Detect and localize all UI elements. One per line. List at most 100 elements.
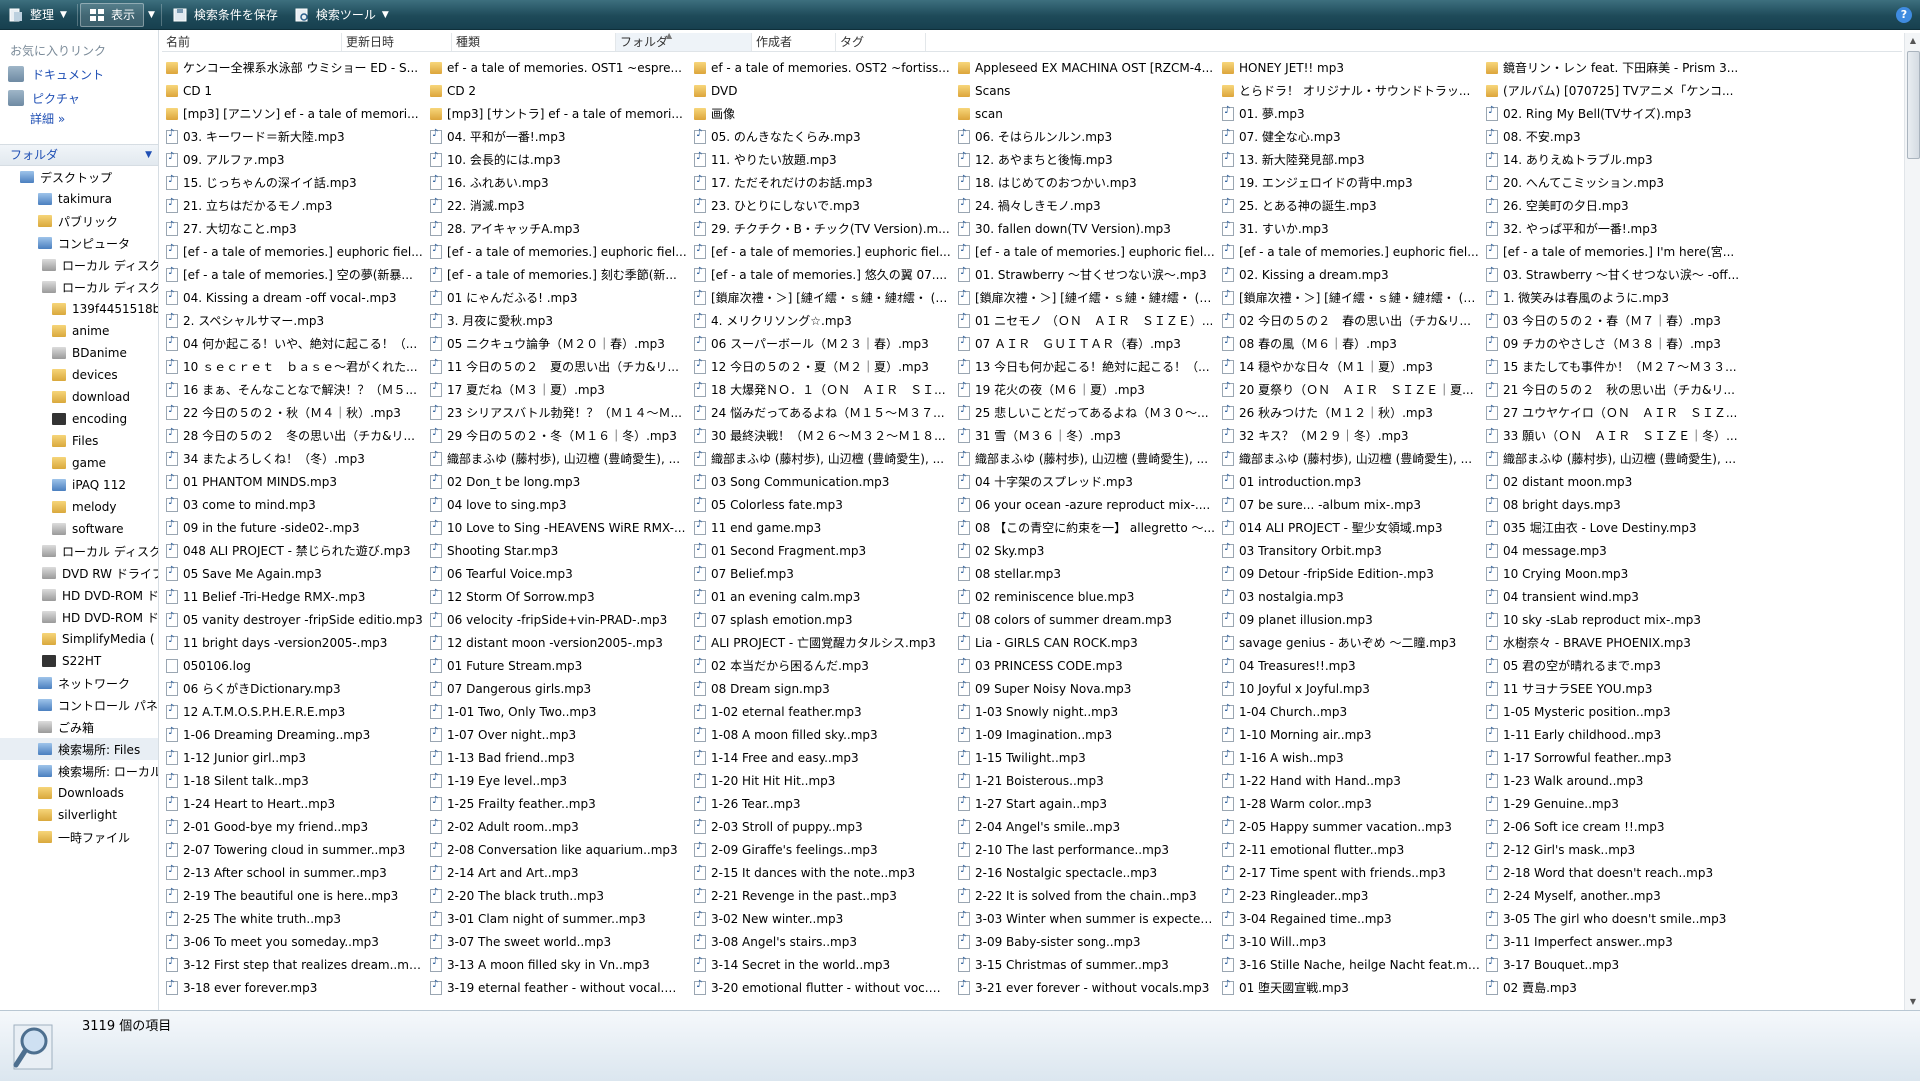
- folder-tree-item[interactable]: takimura: [0, 188, 158, 210]
- file-item[interactable]: 1-16 A wish..mp3: [1222, 746, 1486, 769]
- file-item[interactable]: 1-24 Heart to Heart..mp3: [166, 792, 430, 815]
- file-item[interactable]: Shooting Star.mp3: [430, 539, 694, 562]
- file-item[interactable]: 20. へんてこミッション.mp3: [1486, 171, 1750, 194]
- file-item[interactable]: 06 velocity -fripSide+vin-PRAD-.mp3: [430, 608, 694, 631]
- file-item[interactable]: ef - a tale of memories. OST2 ~fortiss..…: [694, 56, 958, 79]
- file-item[interactable]: 08 Dream sign.mp3: [694, 677, 958, 700]
- file-item[interactable]: 04 Treasures!!.mp3: [1222, 654, 1486, 677]
- file-item[interactable]: 3-12 First step that realizes dream..mp3: [166, 953, 430, 976]
- file-item[interactable]: [鎖扉次禮・＞] [縺イ繧・ｓ縺・縺ｵ繧・ (2...: [1222, 286, 1486, 309]
- file-item[interactable]: 1-17 Sorrowful feather..mp3: [1486, 746, 1750, 769]
- file-item[interactable]: 19 花火の夜（Ｍ６｜夏）.mp3: [958, 378, 1222, 401]
- file-item[interactable]: 05 vanity destroyer -fripSide editio.mp3: [166, 608, 430, 631]
- file-item[interactable]: 03 今日の５の２・春（Ｍ７｜春）.mp3: [1486, 309, 1750, 332]
- file-item[interactable]: 織部まふゆ (藤村歩), 山辺檀 (豊崎愛生), ...: [958, 447, 1222, 470]
- file-item[interactable]: 3-11 Imperfect answer..mp3: [1486, 930, 1750, 953]
- file-item[interactable]: ケンコー全裸系水泳部 ウミショー ED - S...: [166, 56, 430, 79]
- file-item[interactable]: 07 Dangerous girls.mp3: [430, 677, 694, 700]
- folder-tree-item[interactable]: encoding: [0, 408, 158, 430]
- file-item[interactable]: 08 stellar.mp3: [958, 562, 1222, 585]
- file-item[interactable]: 31. すいか.mp3: [1222, 217, 1486, 240]
- file-item[interactable]: 12 Storm Of Sorrow.mp3: [430, 585, 694, 608]
- file-item[interactable]: 10 sky -sLab reproduct mix-.mp3: [1486, 608, 1750, 631]
- file-item[interactable]: savage genius - あいぞめ ～二瞳.mp3: [1222, 631, 1486, 654]
- file-item[interactable]: HONEY JET!! mp3: [1222, 56, 1486, 79]
- file-item[interactable]: 02 本当だから困るんだ.mp3: [694, 654, 958, 677]
- file-item[interactable]: 09 Super Noisy Nova.mp3: [958, 677, 1222, 700]
- file-item[interactable]: 01 ニセモノ （ＯＮ ＡＩＲ ＳＩＺＥ）...: [958, 309, 1222, 332]
- file-item[interactable]: CD 2: [430, 79, 694, 102]
- file-item[interactable]: 2. スペシャルサマー.mp3: [166, 309, 430, 332]
- file-item[interactable]: 画像: [694, 102, 958, 125]
- folder-tree-item[interactable]: HD DVD-ROM ドライブ: [0, 584, 158, 606]
- file-item[interactable]: 鏡音リン・レン feat. 下田麻美 - Prism 3...: [1486, 56, 1750, 79]
- file-item[interactable]: 水樹奈々 - BRAVE PHOENIX.mp3: [1486, 631, 1750, 654]
- file-item[interactable]: 2-20 The black truth..mp3: [430, 884, 694, 907]
- file-item[interactable]: 17 夏だね（Ｍ３｜夏）.mp3: [430, 378, 694, 401]
- file-item[interactable]: 11 サヨナラSEE YOU.mp3: [1486, 677, 1750, 700]
- file-item[interactable]: 32 キス？（Ｍ２９｜冬）.mp3: [1222, 424, 1486, 447]
- file-item[interactable]: 29. チクチク・B・チック(TV Version).m...: [694, 217, 958, 240]
- file-item[interactable]: 2-16 Nostalgic spectacle..mp3: [958, 861, 1222, 884]
- file-item[interactable]: 2-09 Giraffe's feelings..mp3: [694, 838, 958, 861]
- file-item[interactable]: 18. はじめてのおつかい.mp3: [958, 171, 1222, 194]
- file-item[interactable]: 1-26 Tear..mp3: [694, 792, 958, 815]
- file-item[interactable]: 014 ALI PROJECT - 聖少女領域.mp3: [1222, 516, 1486, 539]
- file-item[interactable]: 10 ｓｅｃｒｅｔ ｂａｓｅ～君がくれた...: [166, 355, 430, 378]
- file-item[interactable]: 27. 大切なこと.mp3: [166, 217, 430, 240]
- file-item[interactable]: 01 堕天國宣戦.mp3: [1222, 976, 1486, 999]
- file-item[interactable]: 02 Sky.mp3: [958, 539, 1222, 562]
- file-item[interactable]: 06 your ocean -azure reproduct mix-....: [958, 493, 1222, 516]
- file-item[interactable]: 1-07 Over night..mp3: [430, 723, 694, 746]
- file-item[interactable]: 3-14 Secret in the world..mp3: [694, 953, 958, 976]
- file-item[interactable]: 3-20 emotional flutter - without voc.mp3: [694, 976, 958, 999]
- file-item[interactable]: 2-25 The white truth..mp3: [166, 907, 430, 930]
- file-item[interactable]: 2-03 Stroll of puppy..mp3: [694, 815, 958, 838]
- file-item[interactable]: 24. 禍々しきモノ.mp3: [958, 194, 1222, 217]
- folder-tree-item[interactable]: パブリック: [0, 210, 158, 232]
- file-item[interactable]: 4. メリクリソング☆.mp3: [694, 309, 958, 332]
- help-icon[interactable]: ?: [1896, 7, 1912, 23]
- file-item[interactable]: 3-18 ever forever.mp3: [166, 976, 430, 999]
- file-item[interactable]: 1-12 Junior girl..mp3: [166, 746, 430, 769]
- folder-tree-item[interactable]: ローカル ディスク: [0, 276, 158, 298]
- column-header[interactable]: 作成者: [752, 33, 836, 51]
- file-item[interactable]: 22 今日の５の２・秋（Ｍ４｜秋）.mp3: [166, 401, 430, 424]
- file-item[interactable]: [ef - a tale of memories.] I'm here(宮...: [1486, 240, 1750, 263]
- file-item[interactable]: 2-07 Towering cloud in summer..mp3: [166, 838, 430, 861]
- file-item[interactable]: [mp3] [アニソン] ef - a tale of memori...: [166, 102, 430, 125]
- file-item[interactable]: 06 Tearful Voice.mp3: [430, 562, 694, 585]
- file-item[interactable]: 2-06 Soft ice cream !!.mp3: [1486, 815, 1750, 838]
- file-item[interactable]: 21 今日の５の２ 秋の思い出（チカ&リ...: [1486, 378, 1750, 401]
- file-item[interactable]: 01. 夢.mp3: [1222, 102, 1486, 125]
- file-item[interactable]: 2-14 Art and Art..mp3: [430, 861, 694, 884]
- file-item[interactable]: 1-11 Early childhood..mp3: [1486, 723, 1750, 746]
- file-item[interactable]: [ef - a tale of memories.] euphoric fiel…: [430, 240, 694, 263]
- file-item[interactable]: 1-25 Frailty feather..mp3: [430, 792, 694, 815]
- file-item[interactable]: 1-21 Boisterous..mp3: [958, 769, 1222, 792]
- file-item[interactable]: 29 今日の５の２・冬（Ｍ１６｜冬）.mp3: [430, 424, 694, 447]
- file-item[interactable]: 05 Colorless fate.mp3: [694, 493, 958, 516]
- file-item[interactable]: 1-01 Two, Only Two..mp3: [430, 700, 694, 723]
- file-item[interactable]: 1-28 Warm color..mp3: [1222, 792, 1486, 815]
- file-item[interactable]: 11 今日の５の２ 夏の思い出（チカ&リ...: [430, 355, 694, 378]
- file-item[interactable]: DVD: [694, 79, 958, 102]
- file-item[interactable]: 02. Kissing a dream.mp3: [1222, 263, 1486, 286]
- file-item[interactable]: 1. 微笑みは春風のように.mp3: [1486, 286, 1750, 309]
- file-item[interactable]: 3-17 Bouquet..mp3: [1486, 953, 1750, 976]
- file-item[interactable]: 2-05 Happy summer vacation..mp3: [1222, 815, 1486, 838]
- file-item[interactable]: 22. 消滅.mp3: [430, 194, 694, 217]
- file-item[interactable]: 30 最終決戦！（Ｍ２６～Ｍ３２～Ｍ１８...: [694, 424, 958, 447]
- file-item[interactable]: 01. Strawberry ～甘くせつない涙～.mp3: [958, 263, 1222, 286]
- file-item[interactable]: 3-06 To meet you someday..mp3: [166, 930, 430, 953]
- file-item[interactable]: 03 nostalgia.mp3: [1222, 585, 1486, 608]
- file-item[interactable]: 3-08 Angel's stairs..mp3: [694, 930, 958, 953]
- file-item[interactable]: 04 十字架のスプレッド.mp3: [958, 470, 1222, 493]
- column-header[interactable]: 名前: [162, 33, 342, 51]
- vertical-scrollbar[interactable]: ▲ ▼: [1904, 33, 1920, 1010]
- file-item[interactable]: 30. fallen down(TV Version).mp3: [958, 217, 1222, 240]
- file-item[interactable]: 02 賣島.mp3: [1486, 976, 1750, 999]
- folder-tree-item[interactable]: silverlight: [0, 804, 158, 826]
- file-item[interactable]: 1-22 Hand with Hand..mp3: [1222, 769, 1486, 792]
- file-item[interactable]: 23 シリアスバトル勃発！？（Ｍ１４～Ｍ...: [430, 401, 694, 424]
